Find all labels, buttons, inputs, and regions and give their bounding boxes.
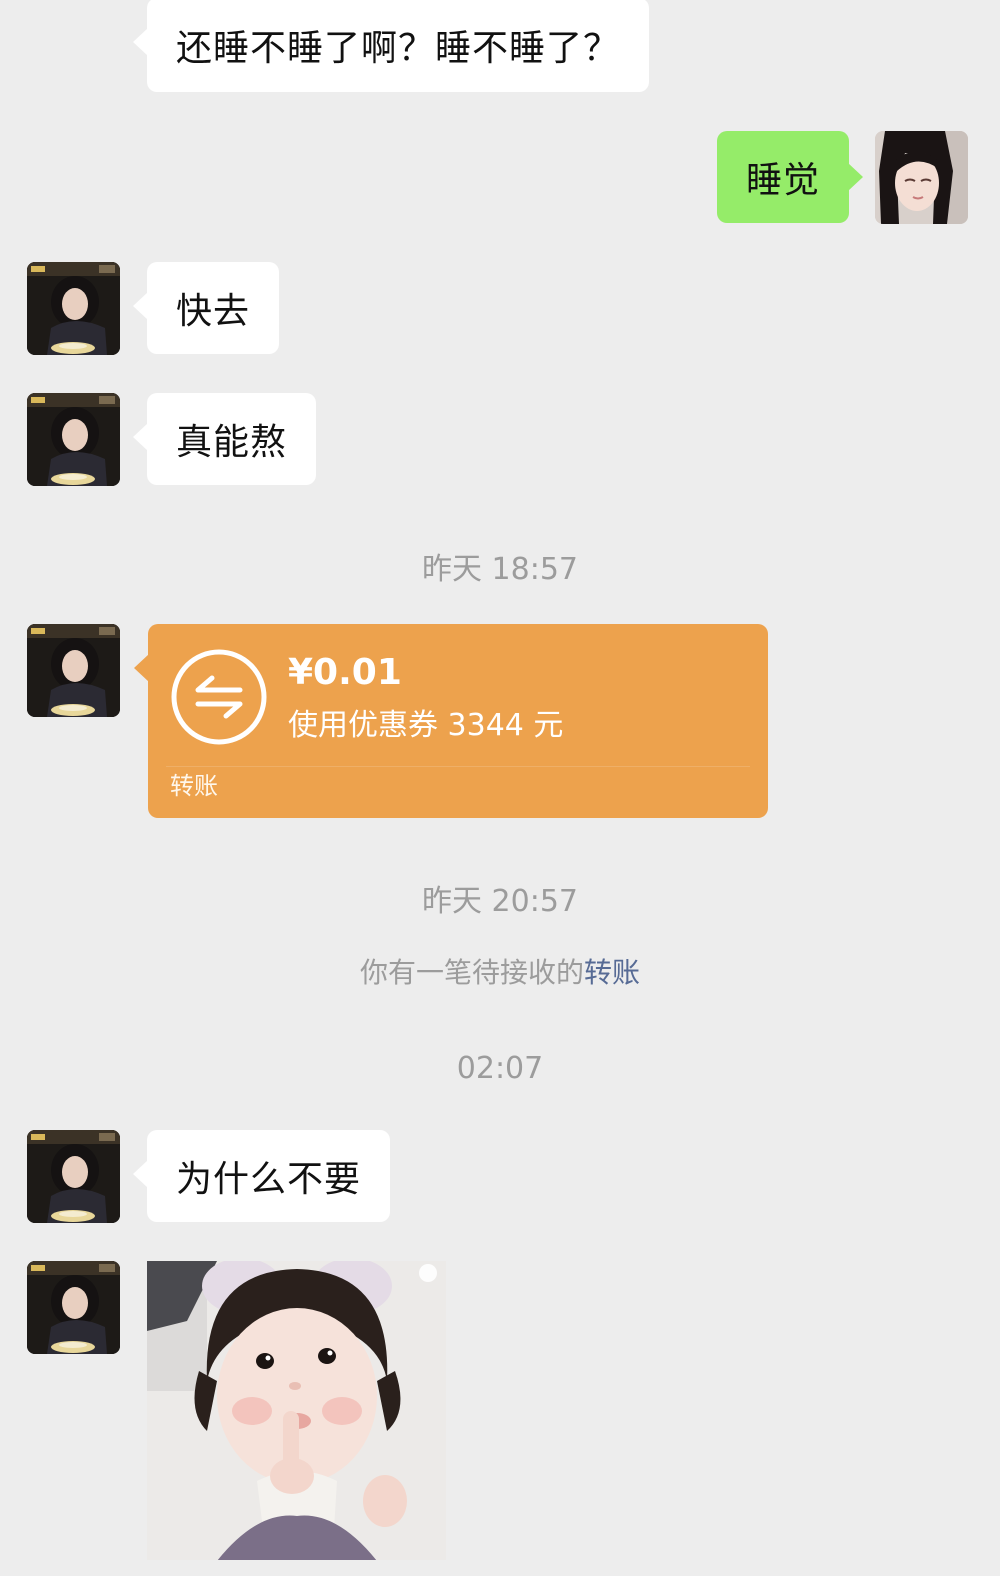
contact-avatar[interactable] bbox=[27, 393, 120, 486]
message-bubble-outgoing[interactable]: 睡觉 bbox=[717, 131, 864, 223]
sticker-image[interactable] bbox=[147, 1261, 446, 1560]
transfer-link[interactable]: 转账 bbox=[584, 956, 640, 989]
my-avatar[interactable] bbox=[875, 131, 968, 224]
contact-avatar[interactable] bbox=[27, 624, 120, 717]
contact-avatar-image bbox=[27, 1130, 120, 1223]
transfer-note: 使用优惠券 3344 元 bbox=[288, 708, 564, 743]
message-text: 快去 bbox=[176, 291, 251, 332]
message-bubble-incoming[interactable]: 真能熬 bbox=[132, 393, 317, 485]
message-bubble-incoming[interactable]: 快去 bbox=[132, 262, 280, 354]
timestamp: 昨天 18:57 bbox=[422, 552, 578, 587]
timestamp: 昨天 20:57 bbox=[422, 884, 578, 919]
timestamp: 02:07 bbox=[456, 1051, 544, 1086]
message-bubble-incoming[interactable]: 为什么不要 bbox=[132, 1130, 391, 1222]
transfer-arrows-icon bbox=[171, 649, 267, 745]
contact-avatar[interactable] bbox=[27, 1130, 120, 1223]
contact-avatar-image bbox=[27, 393, 120, 486]
message-text: 为什么不要 bbox=[176, 1159, 362, 1200]
my-avatar-image bbox=[875, 131, 968, 224]
system-notice: 你有一笔待接收的转账 bbox=[0, 951, 1000, 991]
message-text: 睡觉 bbox=[746, 160, 821, 201]
transfer-card[interactable]: ¥0.01 使用优惠券 3344 元 转账 bbox=[134, 624, 768, 818]
transfer-amount: ¥0.01 bbox=[288, 652, 402, 693]
transfer-divider bbox=[166, 766, 750, 767]
contact-avatar[interactable] bbox=[27, 262, 120, 355]
message-bubble-incoming[interactable]: 还睡不睡了啊？睡不睡了？ bbox=[132, 0, 650, 92]
contact-avatar-image bbox=[27, 1261, 120, 1354]
contact-avatar-image bbox=[27, 624, 120, 717]
message-text: 还睡不睡了啊？睡不睡了？ bbox=[176, 28, 621, 69]
contact-avatar-image bbox=[27, 262, 120, 355]
baby-photo-image bbox=[147, 1261, 446, 1560]
system-notice-text: 你有一笔待接收的 bbox=[359, 956, 584, 989]
contact-avatar[interactable] bbox=[27, 1261, 120, 1354]
transfer-kind-label: 转账 bbox=[170, 772, 218, 800]
message-text: 真能熬 bbox=[176, 422, 288, 463]
